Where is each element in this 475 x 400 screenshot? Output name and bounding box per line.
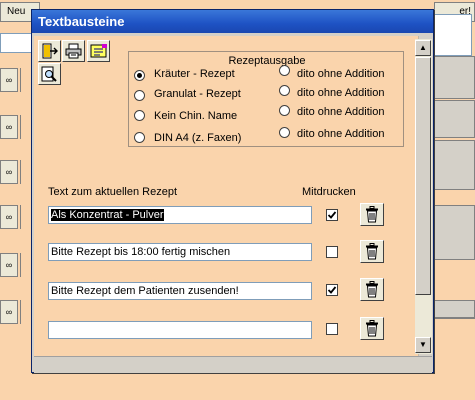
background-row-button[interactable]: ∞ bbox=[0, 205, 18, 229]
rezeptausgabe-group: Rezeptausgabe Kräuter - Rezept Granulat … bbox=[128, 51, 404, 147]
radio-label: Granulat - Rezept bbox=[154, 88, 241, 100]
radio-kraeuter-rezept[interactable] bbox=[134, 70, 145, 81]
dialog-status-bar bbox=[34, 356, 432, 373]
mitdrucken-checkbox-2[interactable] bbox=[326, 246, 338, 258]
background-row-button[interactable]: ∞ bbox=[0, 115, 18, 139]
printer-icon bbox=[65, 43, 82, 59]
rezeptausgabe-title: Rezeptausgabe bbox=[228, 55, 306, 67]
radio-granulat-rezept[interactable] bbox=[134, 90, 145, 101]
radio-kein-chin-name[interactable] bbox=[134, 110, 145, 121]
dialog-titlebar[interactable]: Textbausteine bbox=[32, 10, 433, 33]
vertical-scrollbar[interactable]: ▲ ▼ bbox=[415, 39, 432, 354]
background-divider bbox=[434, 318, 475, 319]
checkmark-icon bbox=[327, 286, 337, 294]
background-row-handle bbox=[20, 160, 30, 184]
background-row-handle bbox=[20, 115, 30, 139]
print-preview-icon bbox=[41, 66, 57, 82]
background-row-handle bbox=[20, 253, 30, 277]
background-field[interactable] bbox=[0, 33, 32, 53]
delete-button-3[interactable] bbox=[360, 278, 384, 301]
scroll-thumb[interactable] bbox=[415, 57, 431, 295]
text-column-header: Text zum aktuellen Rezept bbox=[48, 186, 178, 198]
notepad-icon bbox=[90, 44, 107, 58]
background-panel bbox=[434, 300, 475, 318]
radio-dito-ohne-addition-4[interactable] bbox=[279, 127, 290, 138]
exit-button[interactable] bbox=[38, 40, 61, 62]
radio-label: DIN A4 (z. Faxen) bbox=[154, 132, 242, 144]
dialog-title: Textbausteine bbox=[38, 14, 125, 29]
trash-icon bbox=[366, 243, 378, 260]
radio-label: dito ohne Addition bbox=[297, 106, 385, 118]
rezept-text-field-1[interactable]: Als Konzentrat - Pulver bbox=[48, 206, 312, 224]
background-row-button[interactable]: ∞ bbox=[0, 300, 18, 324]
trash-icon bbox=[366, 320, 378, 337]
delete-button-4[interactable] bbox=[360, 317, 384, 340]
scroll-down-button[interactable]: ▼ bbox=[415, 337, 431, 353]
rezept-text-value: Bitte Rezept dem Patienten zusenden! bbox=[51, 285, 239, 297]
exit-door-icon bbox=[42, 43, 58, 59]
dialog-client-area: Rezeptausgabe Kräuter - Rezept Granulat … bbox=[34, 36, 419, 356]
background-row-button[interactable]: ∞ bbox=[0, 160, 18, 184]
radio-label: dito ohne Addition bbox=[297, 128, 385, 140]
rezept-text-value: Bitte Rezept bis 18:00 fertig mischen bbox=[51, 246, 231, 258]
background-row-handle bbox=[20, 205, 30, 229]
background-row-button[interactable]: ∞ bbox=[0, 253, 18, 277]
background-field-right[interactable] bbox=[434, 14, 472, 56]
rezept-text-value: Als Konzentrat - Pulver bbox=[51, 209, 164, 221]
background-row-button[interactable]: ∞ bbox=[0, 68, 18, 92]
scroll-up-button[interactable]: ▲ bbox=[415, 40, 431, 56]
background-panel bbox=[434, 205, 475, 260]
radio-label: dito ohne Addition bbox=[297, 87, 385, 99]
print-button[interactable] bbox=[62, 40, 85, 62]
mitdrucken-checkbox-4[interactable] bbox=[326, 323, 338, 335]
radio-din-a4[interactable] bbox=[134, 132, 145, 143]
radio-label: Kein Chin. Name bbox=[154, 110, 238, 122]
background-panel bbox=[434, 56, 475, 99]
radio-label: Kräuter - Rezept bbox=[154, 68, 235, 80]
mitdrucken-checkbox-1[interactable] bbox=[326, 209, 338, 221]
mitdrucken-checkbox-3[interactable] bbox=[326, 284, 338, 296]
mitdrucken-column-header: Mitdrucken bbox=[302, 186, 356, 198]
background-panel bbox=[434, 140, 475, 190]
rezept-text-field-4[interactable] bbox=[48, 321, 312, 339]
textbausteine-dialog: Textbausteine Rezeptausgabe Kräuter - Re… bbox=[31, 9, 434, 373]
background-panel bbox=[434, 100, 475, 138]
radio-dito-ohne-addition-1[interactable] bbox=[279, 65, 290, 76]
background-tab-label: Neu bbox=[7, 6, 26, 17]
checkmark-icon bbox=[327, 211, 337, 219]
rezept-text-field-3[interactable]: Bitte Rezept dem Patienten zusenden! bbox=[48, 282, 312, 300]
trash-icon bbox=[366, 281, 378, 298]
notes-button[interactable] bbox=[87, 40, 110, 62]
delete-button-1[interactable] bbox=[360, 203, 384, 226]
delete-button-2[interactable] bbox=[360, 240, 384, 263]
background-row-handle bbox=[20, 68, 30, 92]
print-preview-button[interactable] bbox=[38, 63, 61, 85]
radio-dito-ohne-addition-3[interactable] bbox=[279, 105, 290, 116]
radio-dito-ohne-addition-2[interactable] bbox=[279, 85, 290, 96]
trash-icon bbox=[366, 206, 378, 223]
radio-label: dito ohne Addition bbox=[297, 68, 385, 80]
rezept-text-field-2[interactable]: Bitte Rezept bis 18:00 fertig mischen bbox=[48, 243, 312, 261]
background-row-handle bbox=[20, 300, 30, 324]
